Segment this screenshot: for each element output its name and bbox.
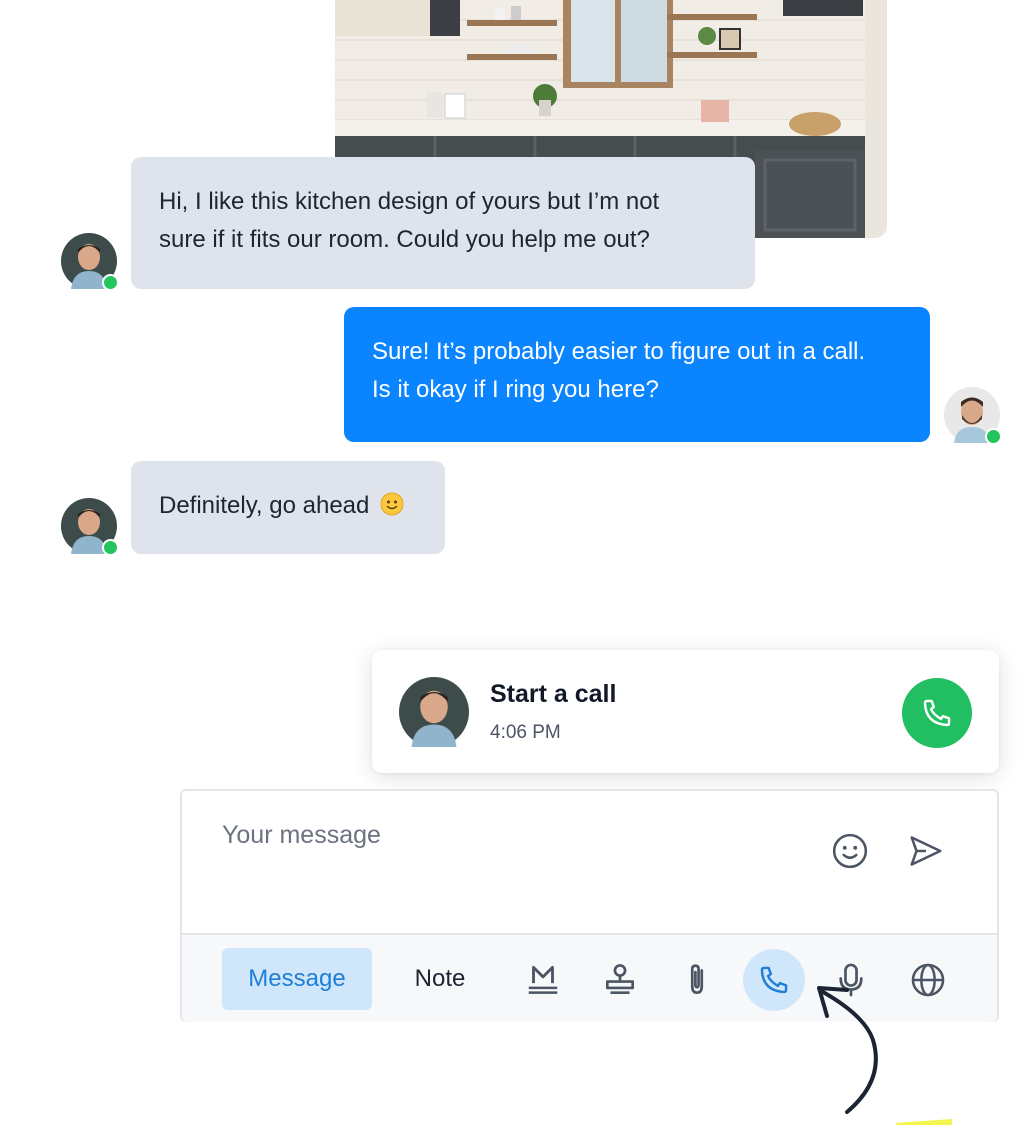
customer-avatar[interactable] <box>61 498 119 556</box>
contact-avatar <box>399 677 469 747</box>
message-input[interactable] <box>222 821 782 850</box>
pointer-arrow <box>817 986 878 1114</box>
send-icon <box>910 836 942 866</box>
stamp-icon <box>605 964 635 995</box>
stamp-button[interactable] <box>589 949 651 1011</box>
slightly-smiling-face-icon <box>380 490 404 516</box>
message-text: Definitely, go ahead <box>159 492 370 519</box>
call-button[interactable] <box>743 949 805 1011</box>
call-time: 4:06 PM <box>490 722 561 743</box>
online-indicator <box>102 274 119 291</box>
customer-avatar[interactable] <box>61 233 119 291</box>
message-bubble-outgoing: Sure! It’s probably easier to figure out… <box>344 307 930 442</box>
message-text-line: Is it okay if I ring you here? <box>372 376 659 403</box>
markdown-button[interactable] <box>512 949 574 1011</box>
online-indicator <box>102 539 119 556</box>
call-title: Start a call <box>490 680 617 708</box>
paperclip-icon <box>690 964 704 995</box>
attach-button[interactable] <box>666 949 728 1011</box>
message-bubble-incoming: Hi, I like this kitchen design of yours … <box>131 157 755 289</box>
markdown-icon <box>528 965 558 994</box>
translate-button[interactable] <box>897 949 959 1011</box>
message-text-line: Hi, I like this kitchen design of yours … <box>159 188 660 215</box>
message-bubble-incoming: Definitely, go ahead <box>131 461 445 554</box>
globe-icon <box>911 963 945 997</box>
agent-avatar[interactable] <box>944 387 1002 445</box>
start-call-button[interactable] <box>902 678 972 748</box>
send-button[interactable] <box>906 831 946 871</box>
emoji-button[interactable] <box>830 831 870 871</box>
yellow-highlight-mark <box>896 1119 952 1125</box>
contact-photo <box>399 677 469 747</box>
start-call-card[interactable]: Start a call 4:06 PM <box>372 650 999 773</box>
tab-note[interactable]: Note <box>390 948 490 1010</box>
online-indicator <box>985 428 1002 445</box>
message-text-line: Sure! It’s probably easier to figure out… <box>372 338 866 365</box>
phone-icon <box>923 699 951 727</box>
message-text-line: sure if it fits our room. Could you help… <box>159 226 650 253</box>
phone-icon <box>760 966 788 994</box>
smiley-icon <box>832 833 868 869</box>
tab-message[interactable]: Message <box>222 948 372 1010</box>
